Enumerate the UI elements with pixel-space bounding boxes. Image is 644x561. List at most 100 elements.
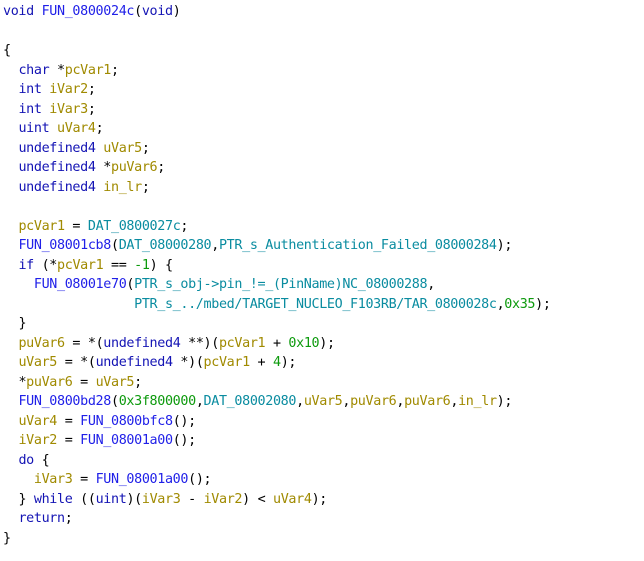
- punctuation-token: ,: [396, 394, 405, 409]
- function-name-token[interactable]: FUN_08001a00: [96, 472, 189, 487]
- variable-token[interactable]: uVar5: [103, 141, 142, 156]
- variable-token[interactable]: iVar2: [18, 433, 57, 448]
- punctuation-token: (: [126, 277, 135, 292]
- punctuation-token: *)(: [172, 355, 204, 370]
- decompiler-code-view[interactable]: void FUN_0800024c(void) { char *pcVar1; …: [0, 0, 644, 548]
- code-line: PTR_s_../mbed/TARGET_NUCLEO_F103RB/TAR_0…: [3, 295, 644, 315]
- keyword-token: uint: [95, 491, 127, 507]
- variable-token[interactable]: pcVar1: [57, 258, 104, 273]
- punctuation-token: =: [57, 433, 81, 448]
- keyword-token: if: [18, 257, 34, 273]
- punctuation-token: );: [319, 335, 335, 351]
- variable-token[interactable]: in_lr: [103, 180, 142, 195]
- variable-token[interactable]: pcVar1: [204, 355, 251, 370]
- keyword-token: undefined4: [103, 335, 181, 351]
- punctuation-token: = *(: [64, 335, 104, 351]
- keyword-token: uint: [18, 121, 50, 136]
- variable-token[interactable]: uVar5: [18, 355, 57, 370]
- variable-token[interactable]: pcVar1: [219, 336, 266, 351]
- global-symbol-token[interactable]: DAT_08002080: [204, 394, 297, 409]
- punctuation-token: +: [249, 355, 273, 370]
- punctuation-token: ;: [141, 140, 150, 156]
- punctuation-token: **)(: [180, 335, 219, 351]
- punctuation-token: ,: [342, 394, 351, 409]
- variable-token[interactable]: puVar6: [350, 394, 397, 409]
- global-symbol-token[interactable]: DAT_0800027c: [88, 219, 181, 234]
- variable-token[interactable]: iVar2: [49, 82, 88, 97]
- variable-token[interactable]: iVar3: [34, 472, 73, 487]
- code-line: uVar4 = FUN_0800bfc8();: [3, 412, 644, 432]
- code-line: FUN_08001e70(PTR_s_obj->pin_!=_(PinName)…: [3, 275, 644, 295]
- variable-token[interactable]: iVar3: [49, 102, 88, 117]
- keyword-token: char: [18, 62, 50, 78]
- punctuation-token: );: [280, 355, 297, 370]
- global-symbol-token[interactable]: PTR_s_obj->pin_!=_(PinName)NC_08000288: [134, 277, 427, 292]
- code-line: }: [3, 529, 644, 549]
- punctuation-token: ,: [450, 394, 459, 409]
- punctuation-token: ;: [64, 511, 73, 526]
- code-line: uint uVar4;: [3, 119, 644, 139]
- function-name-token[interactable]: FUN_08001cb8: [18, 238, 111, 253]
- function-name-token[interactable]: FUN_0800bfc8: [80, 414, 173, 429]
- function-name-token[interactable]: FUN_08001e70: [34, 277, 127, 292]
- variable-token[interactable]: uVar5: [304, 394, 343, 409]
- function-name-token[interactable]: FUN_0800bd28: [18, 394, 111, 409]
- global-symbol-token[interactable]: PTR_s_../mbed/TARGET_NUCLEO_F103RB/TAR_0…: [134, 297, 497, 312]
- variable-token[interactable]: puVar6: [111, 160, 158, 175]
- punctuation-token: ;: [87, 101, 96, 117]
- variable-token[interactable]: in_lr: [458, 394, 497, 409]
- punctuation-token: *: [103, 160, 111, 175]
- variable-token[interactable]: puVar6: [404, 394, 451, 409]
- variable-token[interactable]: iVar2: [204, 492, 243, 507]
- punctuation-token: ();: [172, 433, 196, 448]
- variable-token[interactable]: uVar4: [57, 121, 96, 136]
- global-symbol-token[interactable]: PTR_s_Authentication_Failed_08000284: [219, 238, 497, 253]
- keyword-token: void: [3, 4, 34, 19]
- punctuation-token: );: [496, 394, 513, 409]
- variable-token[interactable]: puVar6: [18, 336, 65, 351]
- code-line: int iVar3;: [3, 100, 644, 120]
- punctuation-token: ();: [172, 413, 196, 429]
- punctuation-token: ) {: [149, 257, 173, 273]
- keyword-token: while: [33, 491, 73, 507]
- code-line: FUN_08001cb8(DAT_08000280,PTR_s_Authenti…: [3, 236, 644, 256]
- punctuation-token: =: [57, 413, 81, 429]
- punctuation-token: ;: [157, 160, 165, 175]
- punctuation-token: (: [110, 238, 119, 253]
- code-line: uVar5 = *(undefined4 *)(pcVar1 + 4);: [3, 353, 644, 373]
- code-line: char *pcVar1;: [3, 61, 644, 81]
- function-name-token[interactable]: FUN_0800024c: [42, 4, 135, 19]
- punctuation-token: ;: [141, 179, 150, 195]
- variable-token[interactable]: uVar4: [273, 492, 312, 507]
- variable-token[interactable]: pcVar1: [65, 63, 112, 78]
- variable-token[interactable]: uVar4: [18, 414, 57, 429]
- global-symbol-token[interactable]: DAT_08000280: [119, 238, 212, 253]
- punctuation-token: }: [18, 491, 34, 507]
- keyword-token: int: [18, 82, 42, 97]
- code-line: undefined4 *puVar6;: [3, 158, 644, 178]
- number-literal-token: 0x35: [504, 296, 536, 312]
- punctuation-token: ;: [87, 82, 96, 97]
- keyword-token: undefined4: [18, 179, 96, 195]
- variable-token[interactable]: pcVar1: [18, 219, 65, 234]
- variable-token[interactable]: puVar6: [26, 375, 73, 390]
- function-name-token[interactable]: FUN_08001a00: [80, 433, 173, 448]
- variable-token[interactable]: iVar3: [142, 492, 181, 507]
- variable-token[interactable]: uVar5: [96, 375, 135, 390]
- punctuation-token: (: [134, 4, 142, 19]
- keyword-token: return: [18, 511, 65, 526]
